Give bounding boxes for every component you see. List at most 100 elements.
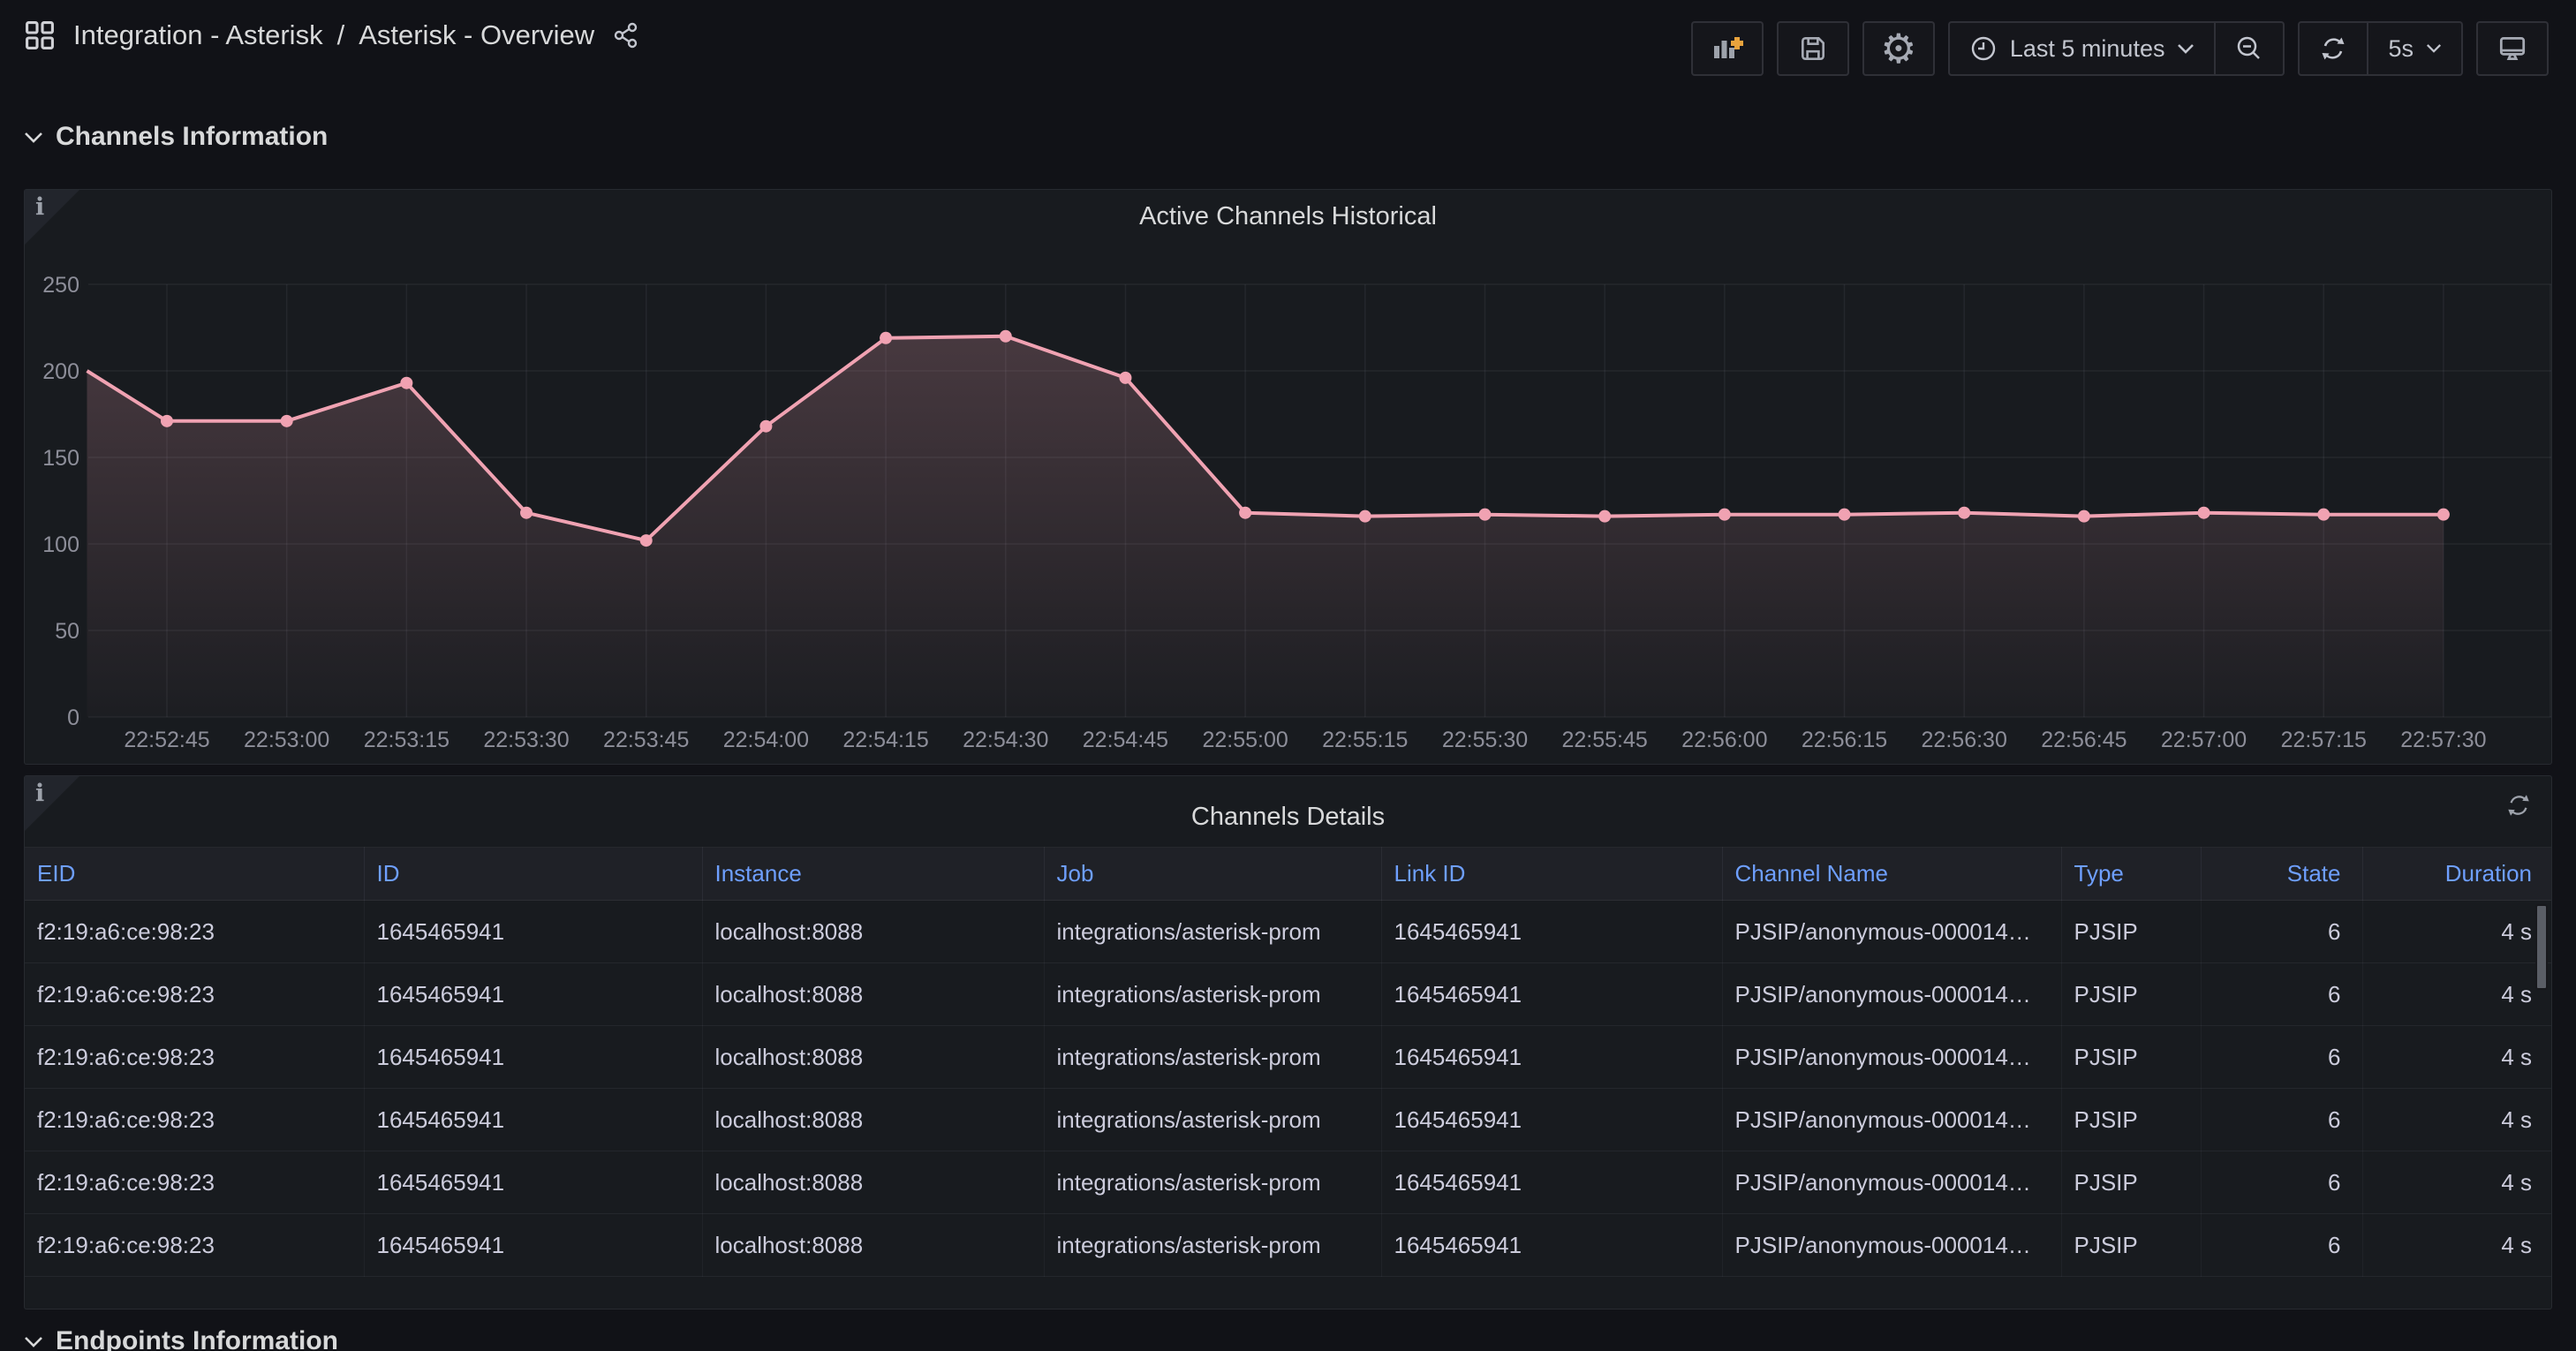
table-scrollbar-thumb[interactable] bbox=[2535, 904, 2548, 990]
apps-grid-icon[interactable] bbox=[24, 19, 56, 51]
table-cell-job: integrations/asterisk-prom bbox=[1044, 963, 1381, 1026]
monitor-icon bbox=[2497, 34, 2528, 64]
column-header-id[interactable]: ID bbox=[364, 848, 702, 901]
section-endpoints-information[interactable]: Endpoints Information bbox=[24, 1326, 338, 1351]
table-cell-id: 1645465941 bbox=[364, 1151, 702, 1214]
zoom-out-time-button[interactable] bbox=[2214, 23, 2283, 74]
y-axis-tick-label: 200 bbox=[42, 359, 79, 384]
table-row: f2:19:a6:ce:98:23 1645465941 localhost:808… bbox=[25, 1089, 2551, 1151]
series-point bbox=[759, 420, 772, 433]
column-header-job[interactable]: Job bbox=[1044, 848, 1381, 901]
table-cell-id: 1645465941 bbox=[364, 1026, 702, 1089]
dashboard-settings-button[interactable]: ⚙ bbox=[1862, 21, 1935, 76]
x-axis-tick-label: 22:56:00 bbox=[1681, 728, 1767, 752]
x-axis-tick-label: 22:56:15 bbox=[1802, 728, 1887, 752]
time-picker-group: Last 5 minutes bbox=[1948, 21, 2285, 76]
series-point bbox=[400, 377, 412, 389]
table-cell-eid: f2:19:a6:ce:98:23 bbox=[25, 963, 364, 1026]
section-channels-information[interactable]: Channels Information bbox=[24, 122, 328, 152]
column-header-channel-name[interactable]: Channel Name bbox=[1722, 848, 2061, 901]
table-cell-instance: localhost:8088 bbox=[702, 1214, 1044, 1277]
table-cell-duration: 4 s bbox=[2362, 1214, 2551, 1277]
x-axis-tick-label: 22:54:15 bbox=[842, 728, 928, 752]
table-cell-state: 6 bbox=[2201, 963, 2362, 1026]
x-axis-tick-label: 22:55:00 bbox=[1202, 728, 1288, 752]
table-cell-type: PJSIP bbox=[2061, 963, 2201, 1026]
save-icon bbox=[1798, 34, 1828, 64]
table-cell-id: 1645465941 bbox=[364, 901, 702, 963]
x-axis-tick-label: 22:53:00 bbox=[244, 728, 329, 752]
share-alt-icon[interactable] bbox=[612, 21, 640, 49]
table-cell-instance: localhost:8088 bbox=[702, 963, 1044, 1026]
table-scroll-area: EIDIDInstanceJobLink IDChannel NameTypeS… bbox=[25, 847, 2551, 1309]
x-axis-tick-label: 22:54:30 bbox=[963, 728, 1048, 752]
table-cell-state: 6 bbox=[2201, 1151, 2362, 1214]
chevron-down-icon bbox=[2177, 43, 2195, 55]
refresh-icon bbox=[2319, 34, 2347, 63]
table-cell-duration: 4 s bbox=[2362, 963, 2551, 1026]
y-axis-tick-label: 50 bbox=[55, 619, 79, 644]
breadcrumb-folder[interactable]: Integration - Asterisk bbox=[73, 19, 323, 51]
column-header-state[interactable]: State bbox=[2201, 848, 2362, 901]
table-cell-state: 6 bbox=[2201, 901, 2362, 963]
panel-refresh-icon[interactable] bbox=[2505, 792, 2532, 819]
table-cell-eid: f2:19:a6:ce:98:23 bbox=[25, 1089, 364, 1151]
table-cell-state: 6 bbox=[2201, 1214, 2362, 1277]
column-header-duration[interactable]: Duration bbox=[2362, 848, 2551, 901]
x-axis-tick-label: 22:53:30 bbox=[483, 728, 569, 752]
table-panel-title[interactable]: Channels Details bbox=[25, 803, 2551, 832]
cycle-view-mode-button[interactable] bbox=[2476, 21, 2549, 76]
series-point bbox=[880, 332, 892, 344]
series-area-fill bbox=[87, 336, 2444, 717]
table-row: f2:19:a6:ce:98:231645465941localhost:808… bbox=[25, 901, 2551, 963]
refresh-dashboard-button[interactable] bbox=[2300, 23, 2367, 74]
section-label: Channels Information bbox=[56, 122, 328, 152]
table-row: f2:19:a6:ce:98:231645465941localhost:808… bbox=[25, 1214, 2551, 1277]
column-header-instance[interactable]: Instance bbox=[702, 848, 1044, 901]
table-cell-job: integrations/asterisk-prom bbox=[1044, 901, 1381, 963]
section-label: Endpoints Information bbox=[56, 1326, 338, 1351]
table-cell-eid: f2:19:a6:ce:98:23 bbox=[25, 1026, 364, 1089]
table-cell-link-id: 1645465941 bbox=[1381, 1089, 1722, 1151]
table-cell-eid: f2:19:a6:ce:98:23 bbox=[25, 1151, 364, 1214]
table-cell-job: integrations/asterisk-prom bbox=[1044, 1026, 1381, 1089]
y-axis-tick-label: 150 bbox=[42, 446, 79, 471]
table-cell-type: PJSIP bbox=[2061, 1214, 2201, 1277]
table-cell-link-id: 1645465941 bbox=[1381, 963, 1722, 1026]
column-header-link-id[interactable]: Link ID bbox=[1381, 848, 1722, 901]
x-axis-tick-label: 22:55:45 bbox=[1561, 728, 1647, 752]
series-point bbox=[281, 415, 293, 427]
table-cell-link-id: 1645465941 bbox=[1381, 1026, 1722, 1089]
refresh-interval-picker[interactable]: 5s bbox=[2367, 23, 2461, 74]
table-cell-duration: 4 s bbox=[2362, 901, 2551, 963]
breadcrumb-dashboard[interactable]: Asterisk - Overview bbox=[359, 19, 594, 51]
table-cell-state: 6 bbox=[2201, 1089, 2362, 1151]
column-header-type[interactable]: Type bbox=[2061, 848, 2201, 901]
y-axis-tick-label: 0 bbox=[67, 706, 79, 730]
x-axis-tick-label: 22:55:15 bbox=[1322, 728, 1408, 752]
table-cell-duration: 4 s bbox=[2362, 1089, 2551, 1151]
table-cell-eid: f2:19:a6:ce:98:23 bbox=[25, 1214, 364, 1277]
table-cell-channel-name: PJSIP/anonymous-000014… bbox=[1722, 1214, 2061, 1277]
add-panel-icon bbox=[1710, 33, 1745, 64]
table-cell-id: 1645465941 bbox=[364, 1214, 702, 1277]
save-dashboard-button[interactable] bbox=[1777, 21, 1849, 76]
clock-icon bbox=[1969, 34, 1998, 63]
series-point bbox=[2317, 509, 2330, 521]
chevron-down-icon bbox=[24, 1336, 43, 1347]
table-cell-type: PJSIP bbox=[2061, 1151, 2201, 1214]
channels-details-table: EIDIDInstanceJobLink IDChannel NameTypeS… bbox=[25, 847, 2551, 1277]
table-cell-channel-name: PJSIP/anonymous-000014… bbox=[1722, 963, 2061, 1026]
table-cell-instance: localhost:8088 bbox=[702, 1089, 1044, 1151]
table-row: f2:19:a6:ce:98:231645465941localhost:808… bbox=[25, 1026, 2551, 1089]
column-header-eid[interactable]: EID bbox=[25, 848, 364, 901]
add-panel-button[interactable] bbox=[1691, 21, 1764, 76]
table-header-row: EIDIDInstanceJobLink IDChannel NameTypeS… bbox=[25, 848, 2551, 901]
x-axis-tick-label: 22:56:45 bbox=[2041, 728, 2127, 752]
table-cell-type: PJSIP bbox=[2061, 1026, 2201, 1089]
time-range-picker[interactable]: Last 5 minutes bbox=[1950, 23, 2215, 74]
table-row: f2:19:a6:ce:98:23 1645465941 localhost:808… bbox=[25, 963, 2551, 1026]
x-axis-tick-label: 22:57:30 bbox=[2400, 728, 2486, 752]
refresh-interval-label: 5s bbox=[2388, 35, 2414, 63]
series-point bbox=[640, 534, 653, 547]
